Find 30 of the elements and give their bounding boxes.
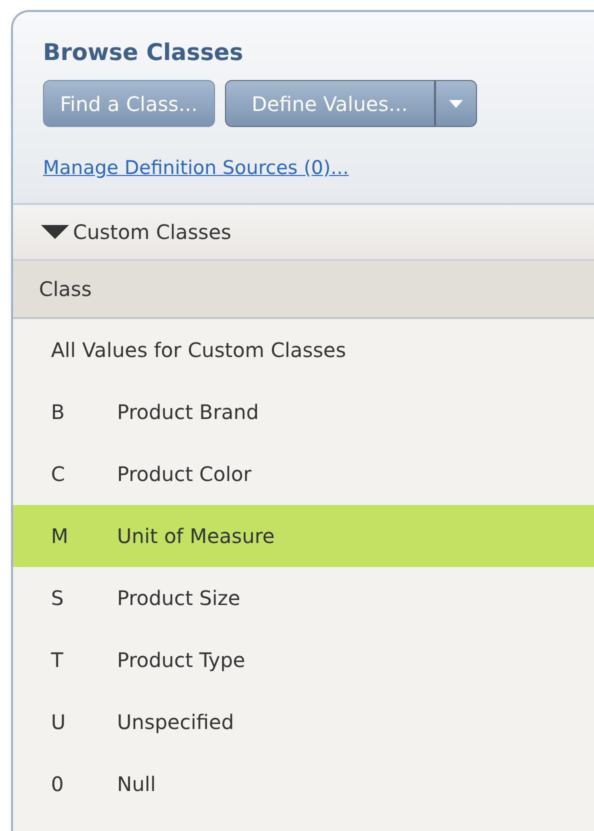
class-row[interactable]: U Unspecified — [13, 691, 594, 753]
class-code: 0 — [51, 772, 65, 796]
column-header[interactable]: Class — [13, 261, 594, 319]
class-row[interactable]: S Product Size — [13, 567, 594, 629]
expand-triangle-icon — [41, 225, 69, 239]
class-row[interactable]: All Values for Custom Classes — [13, 319, 594, 381]
class-row[interactable]: C Product Color — [13, 443, 594, 505]
class-name: Unit of Measure — [117, 524, 275, 548]
class-code: B — [51, 400, 66, 424]
class-name: Product Type — [117, 648, 246, 672]
class-name: Product Brand — [117, 400, 259, 424]
row-label: All Values for Custom Classes — [51, 338, 346, 362]
section-label: Custom Classes — [73, 220, 232, 244]
dropdown-button[interactable] — [434, 80, 477, 127]
class-name: Product Color — [117, 462, 252, 486]
class-name: Unspecified — [117, 710, 234, 734]
class-code: T — [51, 648, 64, 672]
class-name: Product Size — [117, 586, 240, 610]
class-code: S — [51, 586, 65, 610]
class-code: C — [51, 462, 66, 486]
class-code: U — [51, 710, 67, 734]
class-row[interactable]: M Unit of Measure — [13, 505, 594, 567]
class-code: M — [51, 524, 70, 548]
class-name: Null — [117, 772, 156, 796]
panel-title: Browse Classes — [43, 40, 244, 66]
class-row[interactable]: B Product Brand — [13, 381, 594, 443]
class-row[interactable]: T Product Type — [13, 629, 594, 691]
caret-icon — [448, 100, 463, 108]
manage-sources-link[interactable]: Manage Definition Sources (0)... — [43, 157, 349, 179]
class-row[interactable]: 0 Null — [13, 753, 594, 815]
